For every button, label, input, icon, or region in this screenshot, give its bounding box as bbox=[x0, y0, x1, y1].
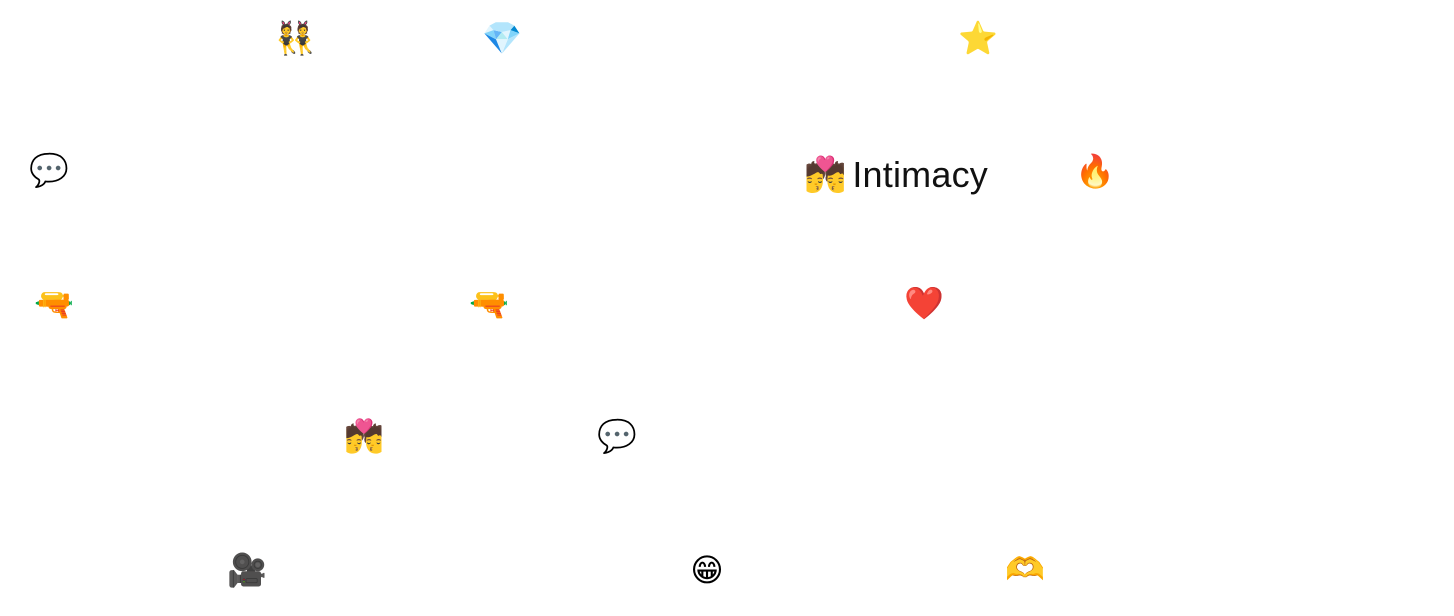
water-pistol-icon: 🔫 bbox=[469, 285, 509, 323]
movie-camera-icon: 🎥 bbox=[227, 551, 267, 589]
grinning-face-icon: 😁 bbox=[690, 551, 724, 589]
kiss-icon: 💏 bbox=[344, 417, 384, 455]
intimacy-title: Intimacy bbox=[852, 154, 988, 195]
water-pistol-icon: 🔫 bbox=[34, 285, 74, 323]
kiss-icon: 💏 bbox=[804, 155, 847, 195]
red-heart-icon: ❤️ bbox=[904, 284, 944, 322]
dancers-icon: 👯 bbox=[275, 19, 315, 57]
gem-icon: 💎 bbox=[482, 19, 522, 57]
fire-icon: 🔥 bbox=[1075, 152, 1115, 190]
intimacy-label: 💏 Intimacy bbox=[804, 152, 988, 198]
speech-bubble-icon: 💬 bbox=[29, 151, 69, 189]
speech-bubble-icon: 💬 bbox=[597, 417, 637, 455]
star-icon: ⭐ bbox=[958, 19, 998, 57]
heart-hands-icon: 🫶 bbox=[1005, 550, 1045, 588]
